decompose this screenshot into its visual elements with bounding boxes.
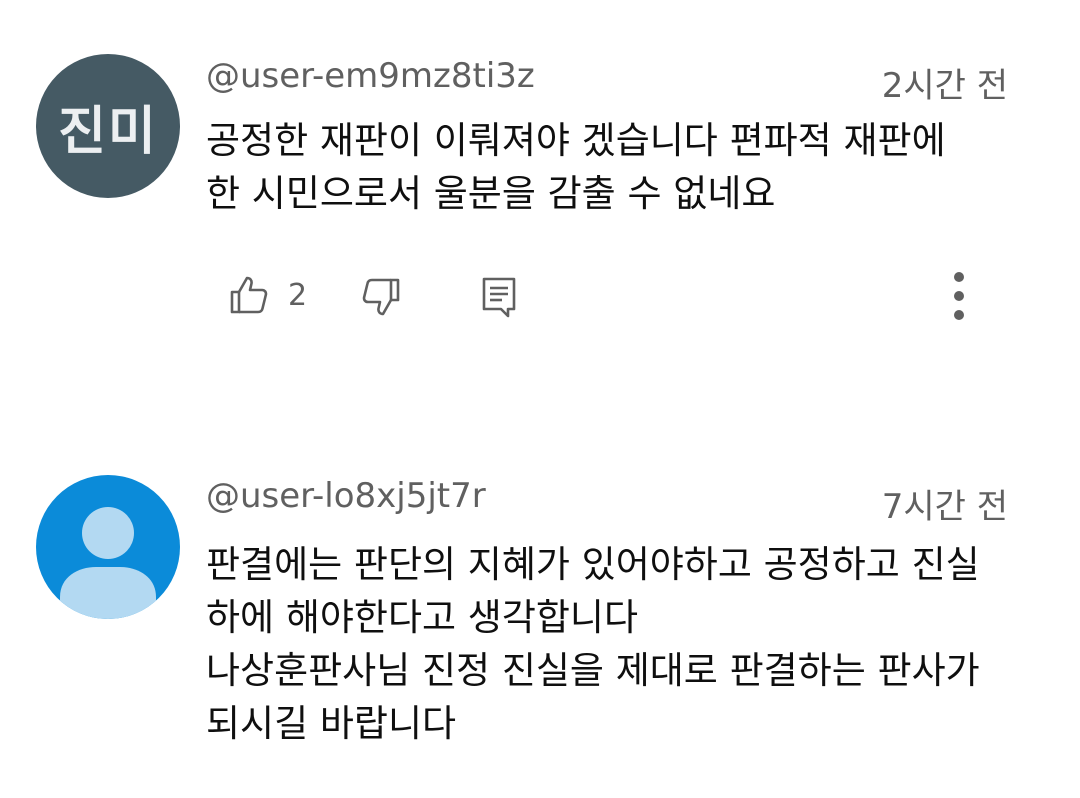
comment-text-line: 하에 해야한다고 생각합니다: [206, 596, 639, 639]
more-options-button[interactable]: [944, 268, 974, 324]
comment-text: 공정한 재판이 이뤄져야 겠습니다 편파적 재판에 한 시민으로서 울분을 감출…: [206, 114, 1036, 220]
like-button[interactable]: 2: [226, 270, 307, 320]
comment-author-handle[interactable]: @user-lo8xj5jt7r: [206, 476, 486, 516]
thumbs-up-icon: [226, 273, 270, 317]
avatar[interactable]: 진미: [36, 54, 180, 198]
comment-text-line: 공정한 재판이 이뤄져야 겠습니다 편파적 재판에: [206, 119, 946, 162]
comment-timestamp: 7시간 전: [881, 487, 1008, 527]
comment-text-line: 판결에는 판단의 지혜가 있어야하고 공정하고 진실: [206, 543, 980, 586]
default-avatar-icon: [60, 507, 156, 619]
reply-icon: [478, 275, 522, 319]
comment-text: 판결에는 판단의 지혜가 있어야하고 공정하고 진실 하에 해야한다고 생각합니…: [206, 538, 1036, 750]
thumbs-down-icon: [360, 275, 404, 319]
comment-text-line: 한 시민으로서 울분을 감출 수 없네요: [206, 172, 776, 215]
more-vert-icon: [952, 269, 966, 323]
avatar-initials: 진미: [58, 101, 158, 162]
comment-timestamp: 2시간 전: [881, 66, 1008, 106]
like-count: 2: [288, 277, 308, 313]
comment-author-handle[interactable]: @user-em9mz8ti3z: [206, 56, 535, 96]
comment-text-line: 나상훈판사님 진정 진실을 제대로 판결하는 판사가: [206, 649, 980, 692]
dislike-button[interactable]: [360, 272, 404, 322]
avatar[interactable]: [36, 475, 180, 619]
reply-button[interactable]: [478, 272, 522, 322]
comment-item: @user-lo8xj5jt7r 7시간 전 판결에는 판단의 지혜가 있어야하…: [0, 400, 1080, 798]
comment-text-line: 되시길 바랍니다: [206, 702, 457, 745]
comment-item: 진미 @user-em9mz8ti3z 2시간 전 공정한 재판이 이뤄져야 겠…: [0, 0, 1080, 400]
